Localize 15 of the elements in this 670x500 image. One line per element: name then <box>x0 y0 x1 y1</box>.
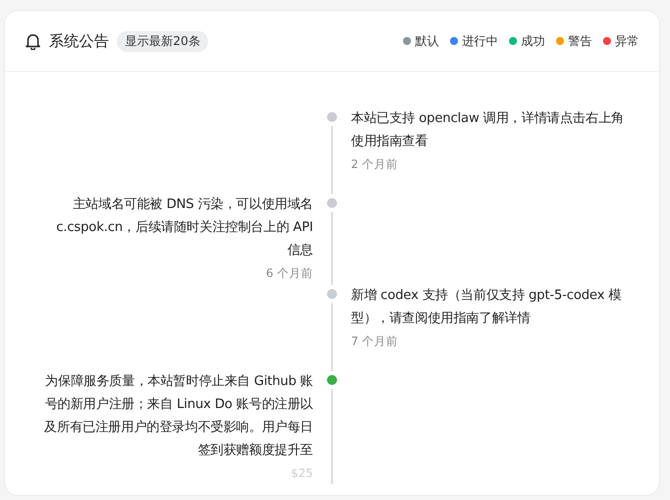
legend-label: 进行中 <box>462 32 498 50</box>
bell-icon <box>25 32 41 50</box>
announcement-text: 新增 codex 支持（当前仅支持 gpt-5-codex 模型），请查阅使用指南了解详情 <box>351 287 622 328</box>
announcement-text: 主站域名可能被 DNS 污染，可以使用域名 c.cspok.cn，后续请随时关注控制台上的 API 信息 <box>55 196 313 260</box>
announcement-text: 为保障服务质量，本站暂时停止来自 Github 账号的新用户注册；来自 Linux Do 账号的注册以及所有已注册用户的登录均不受影响。用户每日签到获赠额度提升至 <box>43 373 313 460</box>
time-text: 6 个月前 <box>265 266 313 281</box>
legend-label: 警告 <box>568 32 592 50</box>
count-badge: 显示最新20条 <box>117 30 208 52</box>
time-text: 2 个月前 <box>351 157 399 172</box>
legend-label: 默认 <box>415 32 439 50</box>
panel-title: 系统公告 <box>49 32 109 50</box>
legend-label: 成功 <box>521 32 545 50</box>
announcement-text: 本站已支持 openclaw 调用，详情请点击右上角使用指南查看 <box>351 110 625 151</box>
time-text: 7 个月前 <box>351 334 399 349</box>
legend-label: 异常 <box>615 32 639 50</box>
